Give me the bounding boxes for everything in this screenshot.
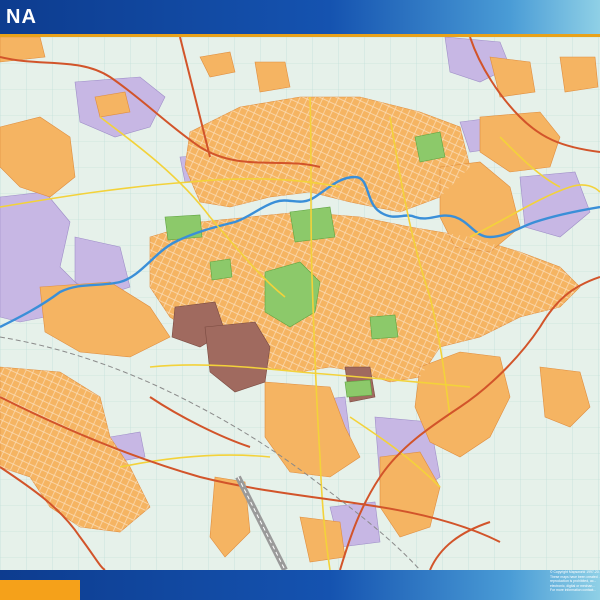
copyright-notice: © Copyright Mapsworld 1997-20... These m…: [550, 570, 600, 598]
map-page: NA © Copyright Mapsworld 1997-20... Thes…: [0, 0, 600, 600]
copyright-line: © Copyright Mapsworld 1997-20...: [550, 570, 600, 574]
copyright-line: For more information contact...: [550, 588, 597, 593]
title-bar: NA: [0, 0, 600, 34]
map-title: NA: [6, 6, 37, 28]
footer-bar: [0, 570, 600, 600]
street-map[interactable]: [0, 37, 600, 570]
footer-accent: [0, 580, 80, 600]
map-canvas[interactable]: [0, 37, 600, 570]
